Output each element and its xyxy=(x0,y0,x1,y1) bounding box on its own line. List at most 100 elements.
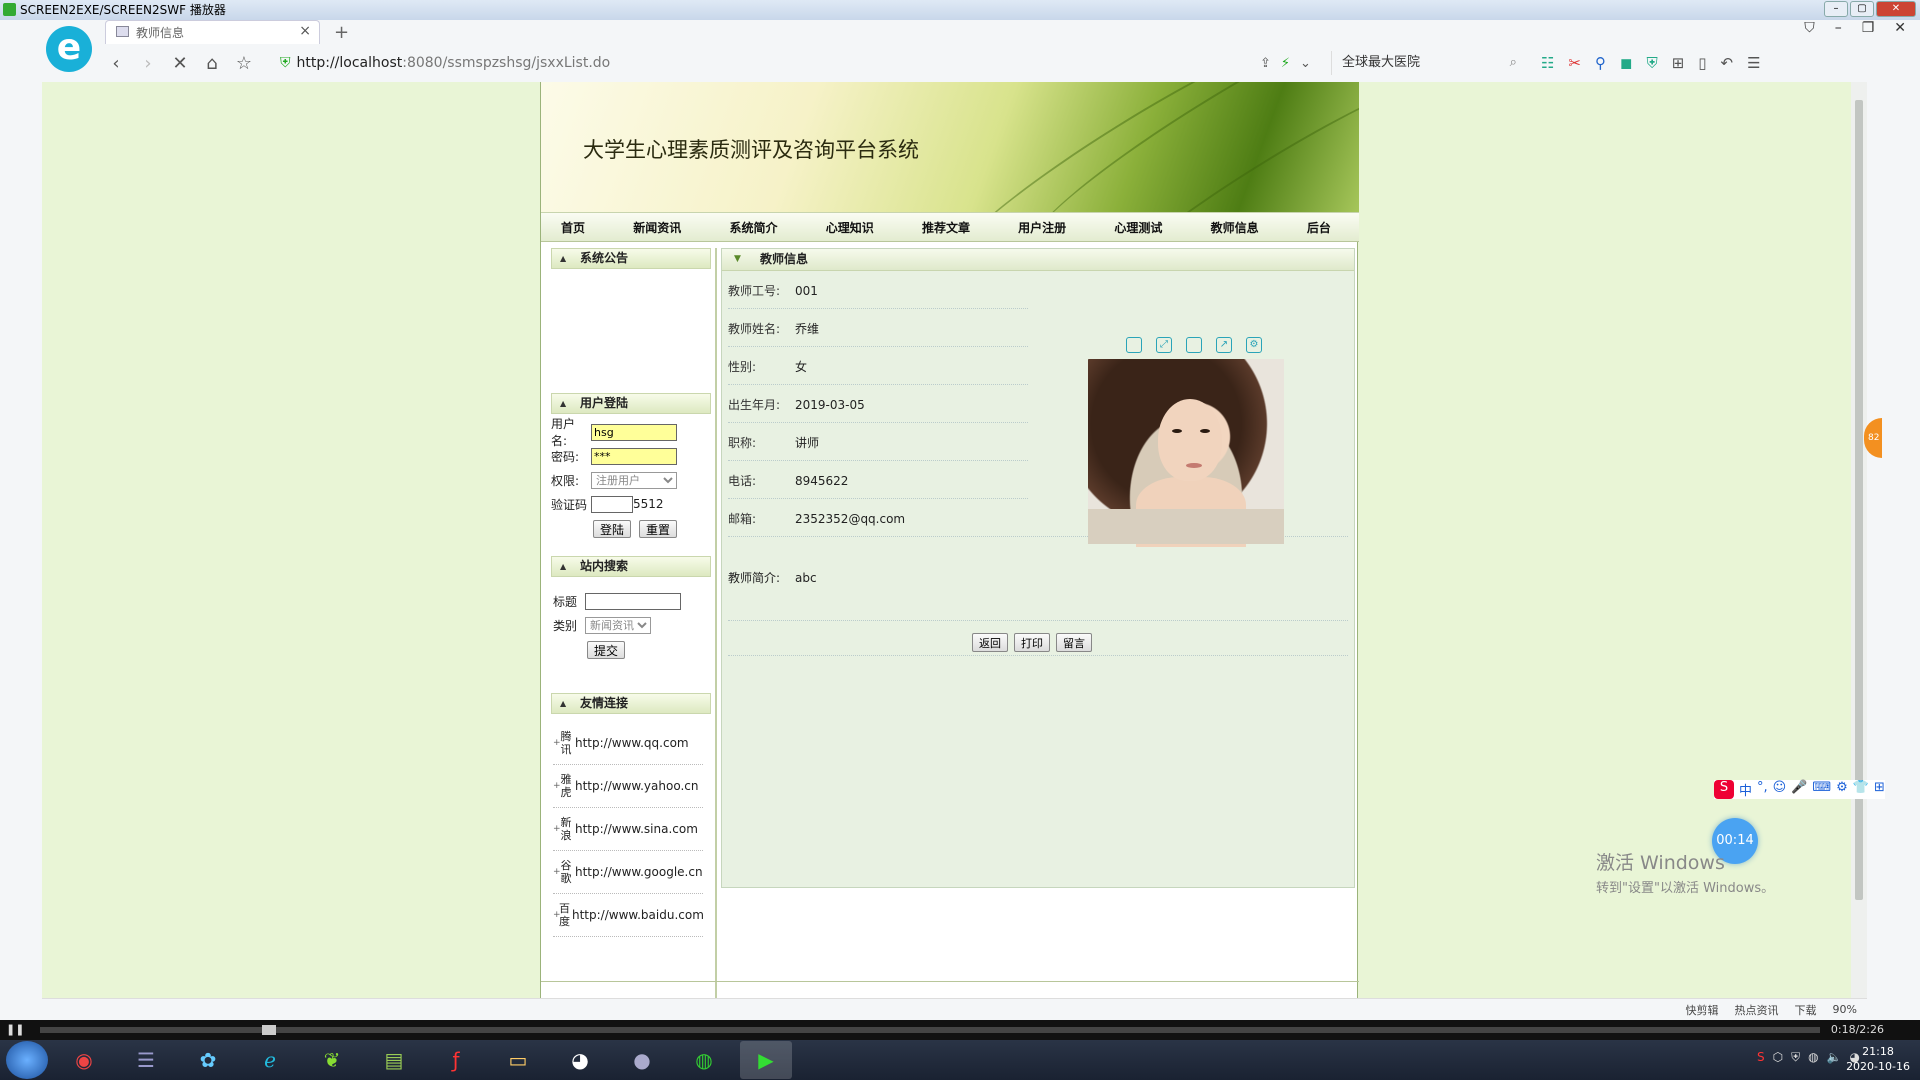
undo-icon[interactable]: ↶ xyxy=(1721,54,1734,72)
role-select[interactable]: 注册用户 xyxy=(591,471,677,489)
captcha-input[interactable] xyxy=(591,495,633,513)
grid-icon[interactable]: ⊞ xyxy=(1874,780,1885,799)
leaf-app-task-icon[interactable]: ❦ xyxy=(306,1041,358,1079)
start-button[interactable] xyxy=(6,1041,48,1079)
maximize-button[interactable]: ▢ xyxy=(1850,1,1874,17)
keyboard-icon[interactable]: ⌨ xyxy=(1812,780,1831,799)
username-input[interactable] xyxy=(591,423,677,441)
close-button[interactable]: ✕ xyxy=(1876,1,1916,17)
stop-icon[interactable]: ✕ xyxy=(164,53,196,74)
chrome-task-icon[interactable]: ◉ xyxy=(58,1041,110,1079)
qq-task-icon[interactable]: ◕ xyxy=(554,1041,606,1079)
message-button[interactable]: 留言 xyxy=(1056,633,1092,652)
skin-icon[interactable]: ⛉ xyxy=(1804,20,1815,36)
translate-extension-icon[interactable]: ☷ xyxy=(1541,54,1554,72)
new-tab-icon[interactable]: + xyxy=(334,22,349,44)
pause-icon[interactable]: ❚❚ xyxy=(6,1023,24,1036)
punctuation-icon[interactable]: °, xyxy=(1757,780,1768,799)
nav-knowledge[interactable]: 心理知识 xyxy=(826,219,874,236)
sogou-tray-icon[interactable]: S xyxy=(1757,1050,1765,1065)
download-item[interactable]: 下载 xyxy=(1795,1002,1817,1018)
quick-edit-item[interactable]: 快剪辑 xyxy=(1686,1002,1719,1018)
game-extension-icon[interactable]: ◼ xyxy=(1620,54,1632,72)
nav-intro[interactable]: 系统简介 xyxy=(729,219,777,236)
link-url[interactable]: http://www.yahoo.cn xyxy=(575,779,698,793)
wechat-tray-icon[interactable]: ◍ xyxy=(1808,1050,1818,1065)
link-url[interactable]: http://www.google.cn xyxy=(575,865,703,879)
volume-tray-icon[interactable]: 🔈 xyxy=(1827,1050,1842,1065)
reset-button[interactable]: 重置 xyxy=(639,520,678,538)
fullscreen-icon[interactable]: ⤢ xyxy=(1156,337,1172,353)
nav-news[interactable]: 新闻资讯 xyxy=(633,219,681,236)
link-item[interactable]: + 腾讯 http://www.qq.com xyxy=(553,722,703,765)
chinese-mode-icon[interactable]: 中 xyxy=(1739,780,1752,799)
bookmark-star-icon[interactable]: ☆ xyxy=(228,53,260,74)
lightning-icon[interactable]: ⚡ xyxy=(1281,56,1290,71)
scissors-extension-icon[interactable]: ✂ xyxy=(1568,54,1581,72)
eclipse-ide-task-icon[interactable]: ● xyxy=(616,1041,668,1079)
minimize-button[interactable]: – xyxy=(1824,1,1848,17)
hot-news-item[interactable]: 热点资讯 xyxy=(1735,1002,1779,1018)
browser-task-icon[interactable]: ℯ xyxy=(244,1041,296,1079)
vertical-scrollbar[interactable] xyxy=(1851,82,1867,998)
browser-minimize-button[interactable]: – xyxy=(1835,20,1842,36)
link-item[interactable]: + 新浪 http://www.sina.com xyxy=(553,808,703,851)
progress-track[interactable] xyxy=(40,1027,1820,1033)
network-tray-icon[interactable]: ⬡ xyxy=(1773,1050,1783,1065)
browser-close-button[interactable]: ✕ xyxy=(1894,20,1906,36)
back-icon[interactable]: ‹ xyxy=(100,53,132,74)
login-button[interactable]: 登陆 xyxy=(593,520,632,538)
search-category-select[interactable]: 新闻资讯 xyxy=(585,616,651,634)
home-icon[interactable]: ⌂ xyxy=(196,53,228,74)
chevron-down-icon[interactable]: ⌄ xyxy=(1300,56,1311,71)
wechat-task-icon[interactable]: ◍ xyxy=(678,1041,730,1079)
system-clock[interactable]: 21:18 2020-10-16 xyxy=(1846,1044,1910,1074)
link-url[interactable]: http://www.qq.com xyxy=(575,736,689,750)
print-button[interactable]: 打印 xyxy=(1014,633,1050,652)
progress-thumb[interactable] xyxy=(262,1025,276,1035)
shield-extension-icon[interactable]: ⛨ xyxy=(1646,54,1657,72)
share-icon[interactable]: ⇪ xyxy=(1260,56,1271,71)
sogou-ime-icon[interactable]: S xyxy=(1714,780,1734,799)
browser-restore-button[interactable]: ❐ xyxy=(1862,20,1875,36)
link-item[interactable]: + 百度 http://www.baidu.com xyxy=(553,894,704,937)
nav-articles[interactable]: 推荐文章 xyxy=(922,219,970,236)
link-item[interactable]: + 谷歌 http://www.google.cn xyxy=(553,851,703,894)
settings-gear-icon[interactable]: ⚙ xyxy=(1246,337,1262,353)
forward-icon[interactable]: › xyxy=(132,53,164,74)
tools-icon[interactable]: ⚙ xyxy=(1836,780,1848,799)
nav-admin[interactable]: 后台 xyxy=(1307,219,1331,236)
emoji-icon[interactable]: ☺ xyxy=(1773,780,1787,799)
link-item[interactable]: + 雅虎 http://www.yahoo.cn xyxy=(553,765,703,808)
back-button[interactable]: 返回 xyxy=(972,633,1008,652)
flash-task-icon[interactable]: ƒ xyxy=(430,1041,482,1079)
zoom-level[interactable]: 90% xyxy=(1833,1003,1857,1016)
eclipse-task-icon[interactable]: ☰ xyxy=(120,1041,172,1079)
fit-icon[interactable] xyxy=(1126,337,1142,353)
apps-grid-icon[interactable]: ⊞ xyxy=(1672,54,1685,72)
search-icon[interactable]: ⌕ xyxy=(1510,51,1517,75)
search-submit-button[interactable]: 提交 xyxy=(587,641,626,659)
screen-recorder-task-icon[interactable]: ▶ xyxy=(740,1041,792,1079)
nav-test[interactable]: 心理测试 xyxy=(1114,219,1162,236)
zoom-extension-icon[interactable]: ⚲ xyxy=(1595,54,1606,72)
reading-icon[interactable]: ▯ xyxy=(1698,54,1706,72)
save-image-icon[interactable] xyxy=(1186,337,1202,353)
browser-search-box[interactable]: 全球最大医院 ⌕ xyxy=(1330,51,1521,75)
security-tray-icon[interactable]: ⛨ xyxy=(1791,1050,1800,1065)
link-url[interactable]: http://www.baidu.com xyxy=(572,908,704,922)
link-url[interactable]: http://www.sina.com xyxy=(575,822,698,836)
share-image-icon[interactable]: ↗ xyxy=(1216,337,1232,353)
mic-icon[interactable]: 🎤 xyxy=(1791,780,1807,799)
password-input[interactable] xyxy=(591,447,677,465)
search-title-input[interactable] xyxy=(585,592,681,610)
nav-home[interactable]: 首页 xyxy=(561,219,585,236)
notepad-task-icon[interactable]: ▤ xyxy=(368,1041,420,1079)
browser-tab[interactable]: 教师信息 × xyxy=(105,20,320,44)
baidu-netdisk-task-icon[interactable]: ✿ xyxy=(182,1041,234,1079)
close-tab-icon[interactable]: × xyxy=(299,23,311,39)
file-explorer-task-icon[interactable]: ▭ xyxy=(492,1041,544,1079)
nav-register[interactable]: 用户注册 xyxy=(1018,219,1066,236)
menu-icon[interactable]: ☰ xyxy=(1747,54,1760,72)
nav-teachers[interactable]: 教师信息 xyxy=(1211,219,1259,236)
